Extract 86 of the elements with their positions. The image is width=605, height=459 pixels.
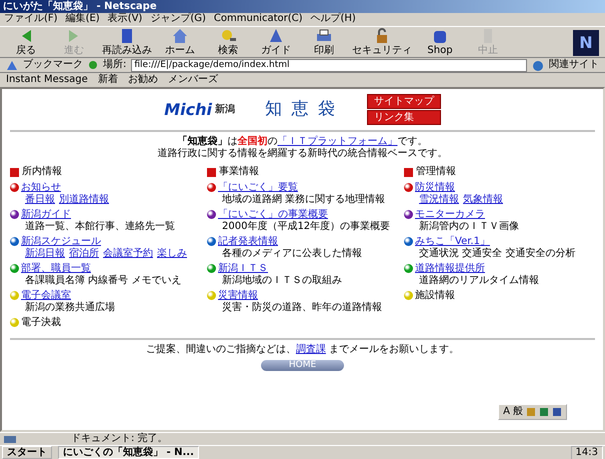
item-link[interactable]: お知らせ — [21, 182, 61, 193]
item-link[interactable]: 災害情報 — [218, 290, 258, 301]
menu-item[interactable]: 編集(E) — [66, 13, 100, 26]
nav-button[interactable]: サイトマップ — [366, 94, 441, 109]
item-link[interactable]: 記者発表情報 — [218, 236, 278, 247]
nav-button[interactable]: リンク集 — [366, 110, 441, 125]
toolbar-button[interactable]: セキュリティ — [352, 27, 412, 56]
item-link[interactable]: みちこ「Ver.1」 — [415, 236, 490, 247]
toolbar-icon — [267, 27, 285, 45]
item-description: 新潟管内のＩＴＶ画像 — [419, 221, 519, 233]
clock: 14:3 — [570, 446, 603, 459]
personal-toolbar-link[interactable]: メンバーズ — [168, 74, 218, 86]
section-title: 管理情報 — [416, 166, 456, 178]
toolbar-button[interactable]: Shop — [420, 27, 460, 56]
address-field[interactable]: file:///E|/package/demo/index.html — [131, 58, 527, 72]
item-description: 道路網のリアルタイム情報 — [419, 275, 539, 287]
intro-text: 「知恵袋」は全国初の「ＩＴプラットフォーム」です。 — [178, 136, 428, 148]
related-icon — [532, 60, 544, 70]
ime-mode[interactable]: A — [503, 406, 510, 418]
item-link[interactable]: 「にいごく」要覧 — [218, 182, 298, 193]
item-link[interactable]: 防災情報 — [415, 182, 455, 193]
item-label: 電子決裁 — [21, 317, 61, 328]
bookmarks-button[interactable]: ブックマーク — [23, 59, 83, 71]
browser-logo: N — [573, 30, 599, 56]
toolbar-button[interactable]: 検索 — [208, 27, 248, 56]
text-link[interactable]: 調査課 — [296, 344, 326, 355]
sub-link[interactable]: 番日報 — [25, 194, 55, 206]
menu-item[interactable]: 表示(V) — [108, 13, 142, 26]
ime-toolbar[interactable]: A 般 — [498, 404, 567, 420]
item-link[interactable]: 新潟ガイド — [21, 209, 71, 220]
menu-item[interactable]: Communicator(C) — [214, 13, 303, 26]
item-link[interactable]: 道路情報提供所 — [415, 263, 485, 274]
related-sites-button[interactable]: 関連サイト — [549, 59, 599, 71]
item-description: 地域の道路網 業務に関する地理情報 — [222, 194, 386, 206]
item-description: 各課職員名簿 内線番号 メモでいえ — [25, 275, 182, 287]
bookmark-icon — [6, 60, 18, 70]
personal-toolbar-link[interactable]: お勧め — [128, 74, 158, 86]
location-icon — [88, 60, 98, 70]
bullet-square — [207, 168, 216, 176]
security-icon — [3, 434, 17, 444]
toolbar-button[interactable]: 再読み込み — [102, 27, 152, 56]
item-label: 施設情報 — [415, 290, 455, 301]
item-link[interactable]: 新潟ＩＴＳ — [218, 263, 268, 274]
item-link[interactable]: 電子会議室 — [21, 290, 71, 301]
item-description: 災害・防災の道路、昨年の道路情報 — [222, 302, 382, 314]
item-link[interactable]: 「にいごく」の事業概要 — [218, 209, 328, 220]
start-button[interactable]: スタート — [2, 446, 52, 459]
status-text: ドキュメント: 完了。 — [71, 433, 168, 445]
toolbar-icon — [171, 27, 189, 45]
contact-text: ご提案、間違いのご指摘などは、調査課 までメールをお願いします。 — [146, 344, 460, 356]
sub-link[interactable]: 楽しみ — [157, 248, 187, 260]
menu-item[interactable]: ジャンプ(G) — [150, 13, 206, 26]
sub-link[interactable]: 宿泊所 — [69, 248, 99, 260]
window-title: にいがた「知恵袋」 - Netscape — [0, 0, 605, 13]
intro-text: 道路行政に関する情報を網羅する新時代の統合情報ベースです。 — [158, 148, 448, 160]
sub-link[interactable]: 気象情報 — [463, 194, 503, 206]
sub-link[interactable]: 雪況情報 — [419, 194, 459, 206]
personal-toolbar-link[interactable]: 新着 — [98, 74, 118, 86]
location-label: 場所: — [103, 59, 126, 71]
sub-link[interactable]: 会議室予約 — [103, 248, 153, 260]
toolbar-button[interactable]: 戻る — [6, 27, 46, 56]
item-description: 交通状況 交通安全 交通安全の分析 — [419, 248, 576, 260]
toolbar-button[interactable]: ガイド — [256, 27, 296, 56]
section-title: 所内情報 — [22, 166, 62, 178]
ime-dictionary[interactable]: 般 — [513, 406, 523, 418]
menu-item[interactable]: ヘルプ(H) — [310, 13, 356, 26]
text-link[interactable]: 「ＩＴプラットフォーム」 — [278, 136, 398, 147]
toolbar-button[interactable]: ホーム — [160, 27, 200, 56]
item-link[interactable]: モニターカメラ — [415, 209, 485, 220]
section-title: 事業情報 — [219, 166, 259, 178]
item-link[interactable]: 新潟スケジュール — [21, 236, 101, 247]
item-description: 新潟地域のＩＴＳの取組み — [222, 275, 342, 287]
menu-item[interactable]: ファイル(F) — [4, 13, 58, 26]
page-title: 知 恵 袋 — [264, 99, 337, 120]
item-description: 新潟の業務共通広場 — [25, 302, 115, 314]
bullet-square — [10, 168, 19, 176]
bullet-square — [404, 168, 413, 176]
item-description: 道路一覧、本館行事、連絡先一覧 — [25, 221, 175, 233]
taskbar-button[interactable]: にいごくの「知恵袋」 - N... — [58, 446, 199, 459]
toolbar-button[interactable]: 印刷 — [304, 27, 344, 56]
sub-link[interactable]: 別道路情報 — [59, 194, 109, 206]
item-link[interactable]: 部署、職員一覧 — [21, 263, 91, 274]
personal-toolbar-link[interactable]: Instant Message — [6, 74, 88, 86]
sub-link[interactable]: 新潟日報 — [25, 248, 65, 260]
item-description: 2000年度（平成12年度）の事業概要 — [222, 221, 390, 233]
item-description: 各種のメディアに公表した情報 — [222, 248, 362, 260]
